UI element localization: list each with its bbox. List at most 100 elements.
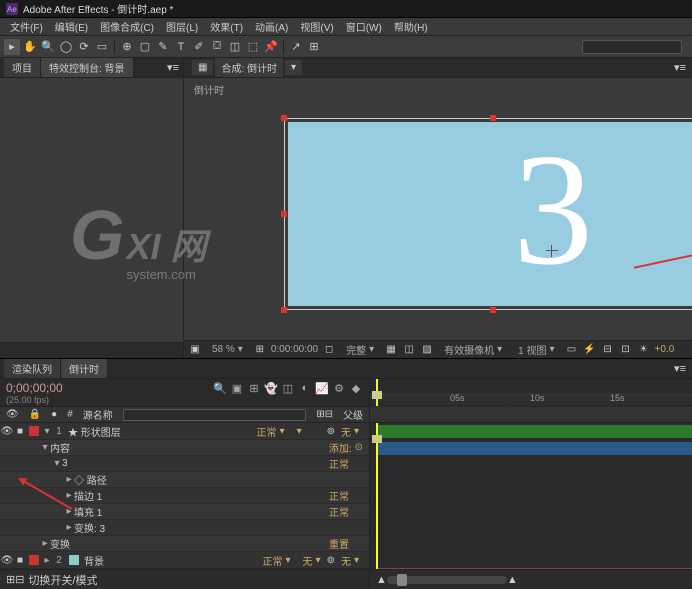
tab-effect-controls[interactable]: 特效控制台: 背景 xyxy=(41,58,134,77)
layer-bar-1-sub[interactable] xyxy=(376,442,692,455)
text-tool-icon[interactable]: T xyxy=(173,39,189,55)
menu-view[interactable]: 视图(V) xyxy=(294,18,339,35)
time-display[interactable]: 0:00:00:00 xyxy=(271,344,318,355)
tl-draft3d-icon[interactable]: ⊞ xyxy=(247,381,261,395)
grid-icon[interactable]: ▦ xyxy=(384,343,398,357)
layer-name[interactable]: 背景 xyxy=(82,553,257,568)
zoom-in-icon[interactable]: ▲ xyxy=(507,574,518,586)
twirl-icon[interactable]: ▸ xyxy=(64,506,74,517)
twirl-icon[interactable]: ▸ xyxy=(64,474,74,485)
track-matte-dropdown[interactable]: ▾ xyxy=(291,426,327,437)
blend-mode-dropdown[interactable]: 正常▾ xyxy=(257,553,297,568)
tl-motionblur-icon[interactable]: ◐ xyxy=(298,381,312,395)
tab-render-queue[interactable]: 渲染队列 xyxy=(4,359,61,378)
tl-frameblend-icon[interactable]: ◫ xyxy=(281,381,295,395)
resolution-icon[interactable]: ⊞ xyxy=(253,343,267,357)
add-shape-dropdown[interactable]: 添加: ⊙ xyxy=(323,440,369,455)
layer-row-2[interactable]: 👁 ■ ▸ 2 背景 正常▾ 无▾ ⊚ 无▾ xyxy=(0,552,369,569)
toggle-switches-icon[interactable]: ⊞⊟ xyxy=(6,573,24,586)
views-dropdown[interactable]: 1 视图▾ xyxy=(512,342,560,357)
bbox-handle[interactable] xyxy=(281,307,287,313)
tab-project[interactable]: 项目 xyxy=(4,58,41,77)
tl-shy-icon[interactable]: 👻 xyxy=(264,381,278,395)
twirl-icon[interactable]: ▸ xyxy=(64,522,74,533)
local-axis-icon[interactable]: ↗ xyxy=(288,39,304,55)
layer-color-label[interactable] xyxy=(29,555,39,565)
current-time[interactable]: 0;00;00;00 xyxy=(6,381,63,395)
timeline-icon[interactable]: ⊟ xyxy=(601,343,615,357)
prop-path[interactable]: ◇ 路径 xyxy=(74,472,369,487)
prop-fill[interactable]: 填充 1 xyxy=(74,504,329,519)
rect-tool-icon[interactable]: ▢ xyxy=(137,39,153,55)
track-matte-dropdown[interactable]: 无▾ xyxy=(297,553,327,568)
zoom-dropdown[interactable]: 58 %▾ xyxy=(206,344,249,355)
prop-normal[interactable]: 正常 xyxy=(329,488,369,503)
comp-panel-menu-icon[interactable]: ▾≡ xyxy=(674,61,686,74)
exposure-reset-icon[interactable]: ☀ xyxy=(637,343,651,357)
transparency-icon[interactable]: ▨ xyxy=(420,343,434,357)
bbox-handle[interactable] xyxy=(490,115,496,121)
pixel-aspect-icon[interactable]: ▭ xyxy=(565,343,579,357)
stamp-tool-icon[interactable]: ⛋ xyxy=(209,39,225,55)
current-time-indicator-line[interactable] xyxy=(376,423,378,569)
pen-tool-icon[interactable]: ✎ xyxy=(155,39,171,55)
toggle-switches-label[interactable]: 切换开关/模式 xyxy=(28,572,97,588)
lock-column-icon[interactable]: 🔒 xyxy=(29,409,41,420)
roto-tool-icon[interactable]: ⬚ xyxy=(245,39,261,55)
pin-tool-icon[interactable]: 📌 xyxy=(263,39,279,55)
twirl-icon[interactable]: ▾ xyxy=(52,458,62,469)
tl-autokey-icon[interactable]: ◆ xyxy=(349,381,363,395)
layer-color-label[interactable] xyxy=(29,426,39,436)
exposure-value[interactable]: +0.0 xyxy=(655,344,675,355)
fast-preview-icon[interactable]: ⚡ xyxy=(583,343,597,357)
layer-bar-2[interactable] xyxy=(376,568,692,569)
orbit-tool-icon[interactable]: ◯ xyxy=(58,39,74,55)
tl-search-icon[interactable]: 🔍 xyxy=(213,381,227,395)
prop-normal[interactable]: 正常 xyxy=(329,504,369,519)
eraser-tool-icon[interactable]: ◫ xyxy=(227,39,243,55)
layer-row-1[interactable]: 👁 ■ ▾ 1 ★ 形状图层 正常▾ ▾ ⊚ 无▾ xyxy=(0,423,369,440)
tl-comp-mini-icon[interactable]: ▣ xyxy=(230,381,244,395)
timeline-tracks[interactable] xyxy=(370,423,692,569)
menu-layer[interactable]: 图层(L) xyxy=(160,18,204,35)
reset-link[interactable]: 重置 xyxy=(329,536,369,551)
time-ruler[interactable]: 05s 10s 15s xyxy=(370,393,692,407)
menu-effect[interactable]: 效果(T) xyxy=(204,18,249,35)
parent-pick-icon[interactable]: ⊚ xyxy=(327,426,335,437)
world-axis-icon[interactable]: ⊞ xyxy=(306,39,322,55)
bbox-handle[interactable] xyxy=(490,307,496,313)
region-icon[interactable]: ◻ xyxy=(322,343,336,357)
tab-timeline-comp[interactable]: 倒计时 xyxy=(61,359,108,378)
visibility-toggle[interactable]: 👁 xyxy=(0,555,14,566)
tab-composition[interactable]: 合成: 倒计时 xyxy=(215,58,283,77)
menu-file[interactable]: 文件(F) xyxy=(4,18,49,35)
menu-animation[interactable]: 动画(A) xyxy=(249,18,294,35)
zoom-out-icon[interactable]: ▲ xyxy=(376,574,387,586)
solo-toggle[interactable]: ■ xyxy=(14,555,26,566)
flowchart-icon[interactable]: ⊡ xyxy=(619,343,633,357)
prop-normal[interactable]: 正常 xyxy=(329,456,369,471)
panel-menu-icon[interactable]: ▾≡ xyxy=(167,61,179,74)
tl-brainstorm-icon[interactable]: ⚙ xyxy=(332,381,346,395)
composition-viewer[interactable]: 3 xyxy=(284,118,692,310)
menu-window[interactable]: 窗口(W) xyxy=(340,18,388,35)
parent-dropdown[interactable]: 无▾ xyxy=(335,553,365,568)
prop-contents[interactable]: 内容 xyxy=(50,440,323,455)
prop-transform-group[interactable]: 变换: 3 xyxy=(74,520,369,535)
prop-shape-group[interactable]: 3 xyxy=(62,458,329,469)
brush-tool-icon[interactable]: ✐ xyxy=(191,39,207,55)
hand-tool-icon[interactable]: ✋ xyxy=(22,39,38,55)
timeline-panel-menu-icon[interactable]: ▾≡ xyxy=(674,362,686,375)
timeline-zoom-slider[interactable] xyxy=(387,576,507,584)
help-search-input[interactable] xyxy=(582,40,682,54)
selection-tool-icon[interactable]: ▸ xyxy=(4,39,20,55)
rotate-tool-icon[interactable]: ⟳ xyxy=(76,39,92,55)
layer-search-input[interactable] xyxy=(123,409,306,421)
prop-stroke[interactable]: 描边 1 xyxy=(74,488,329,503)
visibility-toggle[interactable]: 👁 xyxy=(0,426,14,437)
layer-tab-icon[interactable]: ▦ xyxy=(192,60,213,75)
source-name-header[interactable]: 源名称 xyxy=(83,407,113,422)
twirl-icon[interactable]: ▸ xyxy=(42,555,52,566)
blend-mode-dropdown[interactable]: 正常▾ xyxy=(251,424,291,439)
prop-transform[interactable]: 变换 xyxy=(50,536,329,551)
